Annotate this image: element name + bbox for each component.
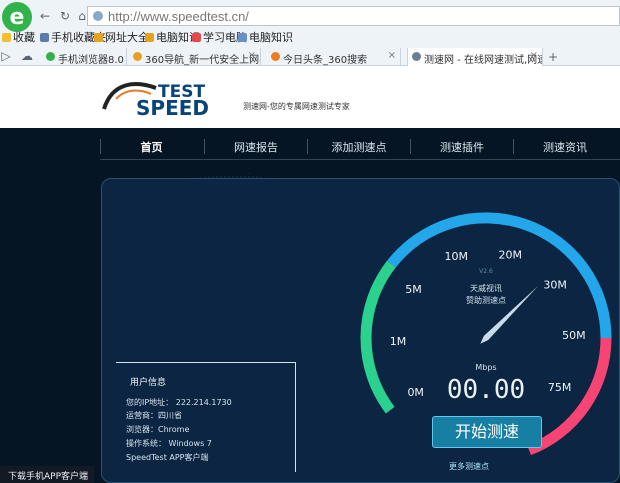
start-test-button[interactable]: 开始测速	[432, 416, 542, 448]
speedtest-tab-icon	[412, 52, 421, 61]
browser-logo-icon[interactable]: e	[2, 2, 32, 32]
user-ip: 您的IP地址： 222.214.1730	[126, 398, 232, 407]
user-browser: 浏览器：Chrome	[126, 425, 190, 434]
new-tab-icon[interactable]: +	[546, 50, 560, 64]
address-url[interactable]: http://www.speedtest.cn/	[108, 9, 249, 24]
menu-speed-news[interactable]: 测速资讯	[513, 139, 616, 154]
bookmark-knowledge[interactable]: 电脑知识	[238, 29, 293, 45]
site-slogan: 测速网-您的专属网速测试专家	[243, 102, 350, 111]
knowledge-icon	[238, 33, 247, 42]
security-icon	[93, 11, 103, 21]
cloud-icon[interactable]: ☁	[21, 49, 33, 63]
user-isp: 运营商：四川省	[126, 411, 182, 420]
tab-360-navigation[interactable]: 360导航_新一代安全上网导航×	[129, 48, 261, 66]
tab-speedtest[interactable]: 测速网 - 在线网速测试,网速测试×	[407, 48, 543, 66]
close-tab-icon[interactable]: ×	[248, 50, 256, 61]
tab-strip: ▷ ☁ 手机浏览器8.0 360导航_新一代安全上网导航× 今日头条_360搜索…	[0, 48, 620, 66]
user-app-client[interactable]: SpeedTest APP客户端	[126, 452, 209, 463]
user-info-title: 用户信息	[130, 378, 167, 388]
site-logo[interactable]: TEST SPEED	[100, 76, 220, 118]
mobile-icon	[40, 33, 49, 42]
back-arrow-icon[interactable]: ←	[38, 9, 52, 23]
bookmark-favorites[interactable]: 收藏	[2, 29, 35, 45]
bookmark-bar: 收藏 手机收藏夹 网址大全 电脑知识 学习电脑 电脑知识	[0, 29, 620, 45]
tab-mobile-browser[interactable]: 手机浏览器8.0	[42, 48, 127, 66]
bookmark-directory[interactable]: 网址大全	[94, 29, 149, 45]
search-icon	[271, 52, 280, 61]
download-app-button[interactable]: 下载手机APP客户端	[0, 466, 94, 483]
address-bar[interactable]: http://www.speedtest.cn/	[87, 6, 620, 26]
more-test-points-link[interactable]: 更多测速点	[449, 461, 489, 472]
star-icon	[2, 33, 11, 42]
mobile-browser-icon	[46, 52, 55, 61]
close-tab-icon[interactable]: ×	[530, 50, 538, 61]
browser-chrome: e ← ↻ ⌂ http://www.speedtest.cn/ 收藏 手机收藏…	[0, 0, 620, 66]
menu-speed-report[interactable]: 网速报告	[204, 139, 307, 154]
close-tab-icon[interactable]: ×	[388, 50, 396, 61]
tab-today-headlines[interactable]: 今日头条_360搜索 ×	[267, 48, 401, 66]
learning-icon	[192, 33, 201, 42]
menu-speed-plugin[interactable]: 测速插件	[410, 139, 513, 154]
directory-icon	[94, 33, 103, 42]
navigation-icon	[133, 52, 142, 61]
refresh-icon[interactable]: ↻	[58, 9, 72, 23]
menu-home[interactable]: 首页	[100, 139, 202, 154]
computer-icon	[145, 33, 154, 42]
main-menu: 首页 网速报告 添加测速点 测速插件 测速资讯	[100, 132, 620, 160]
site-header	[0, 66, 620, 128]
tab-left-arrow-icon[interactable]: ▷	[1, 49, 11, 63]
logo-text-bottom: SPEED	[136, 96, 209, 118]
menu-add-test-point[interactable]: 添加测速点	[307, 139, 410, 154]
user-os: 操作系统： Windows 7	[126, 439, 212, 448]
